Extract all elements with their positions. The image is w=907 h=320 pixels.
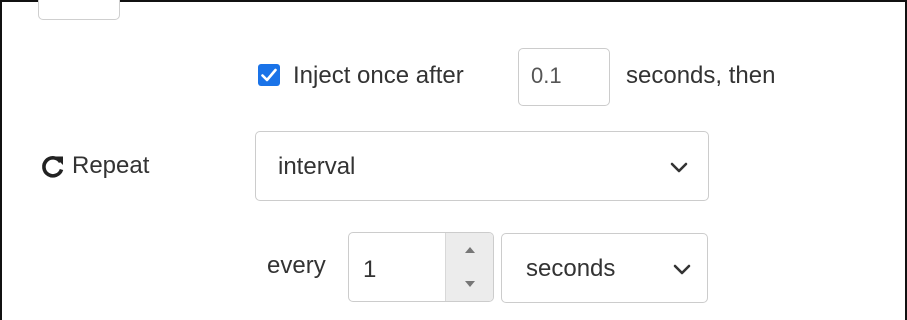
interval-unit-select[interactable]: seconds: [501, 233, 708, 303]
caret-down-icon: [465, 281, 475, 287]
partial-field-top[interactable]: [38, 0, 120, 20]
inject-once-label: Inject once after: [293, 62, 464, 89]
inject-delay-value: 0.1: [531, 63, 562, 88]
interval-amount-spinner[interactable]: 1: [348, 232, 494, 302]
spinner-up-button[interactable]: [446, 233, 494, 267]
inject-delay-suffix: seconds, then: [626, 62, 776, 89]
chevron-down-icon: [670, 162, 688, 173]
inject-node-properties-panel: Inject once after 0.1 seconds, then Repe…: [0, 0, 907, 320]
redo-icon: [42, 156, 64, 178]
interval-amount-value: 1: [363, 256, 377, 283]
repeat-label-text: Repeat: [72, 152, 150, 179]
inject-once-checkbox[interactable]: [258, 64, 280, 86]
repeat-mode-select[interactable]: interval: [255, 131, 709, 201]
repeat-label: Repeat: [40, 152, 149, 180]
interval-unit-value: seconds: [526, 255, 616, 282]
spinner-buttons: [445, 233, 493, 301]
spinner-down-button[interactable]: [446, 267, 494, 301]
repeat-mode-value: interval: [278, 153, 356, 180]
checkmark-icon: [261, 68, 277, 82]
caret-up-icon: [465, 247, 475, 253]
inject-delay-input[interactable]: 0.1: [518, 48, 610, 106]
interval-every-label: every: [267, 252, 326, 279]
chevron-down-icon: [673, 264, 691, 275]
